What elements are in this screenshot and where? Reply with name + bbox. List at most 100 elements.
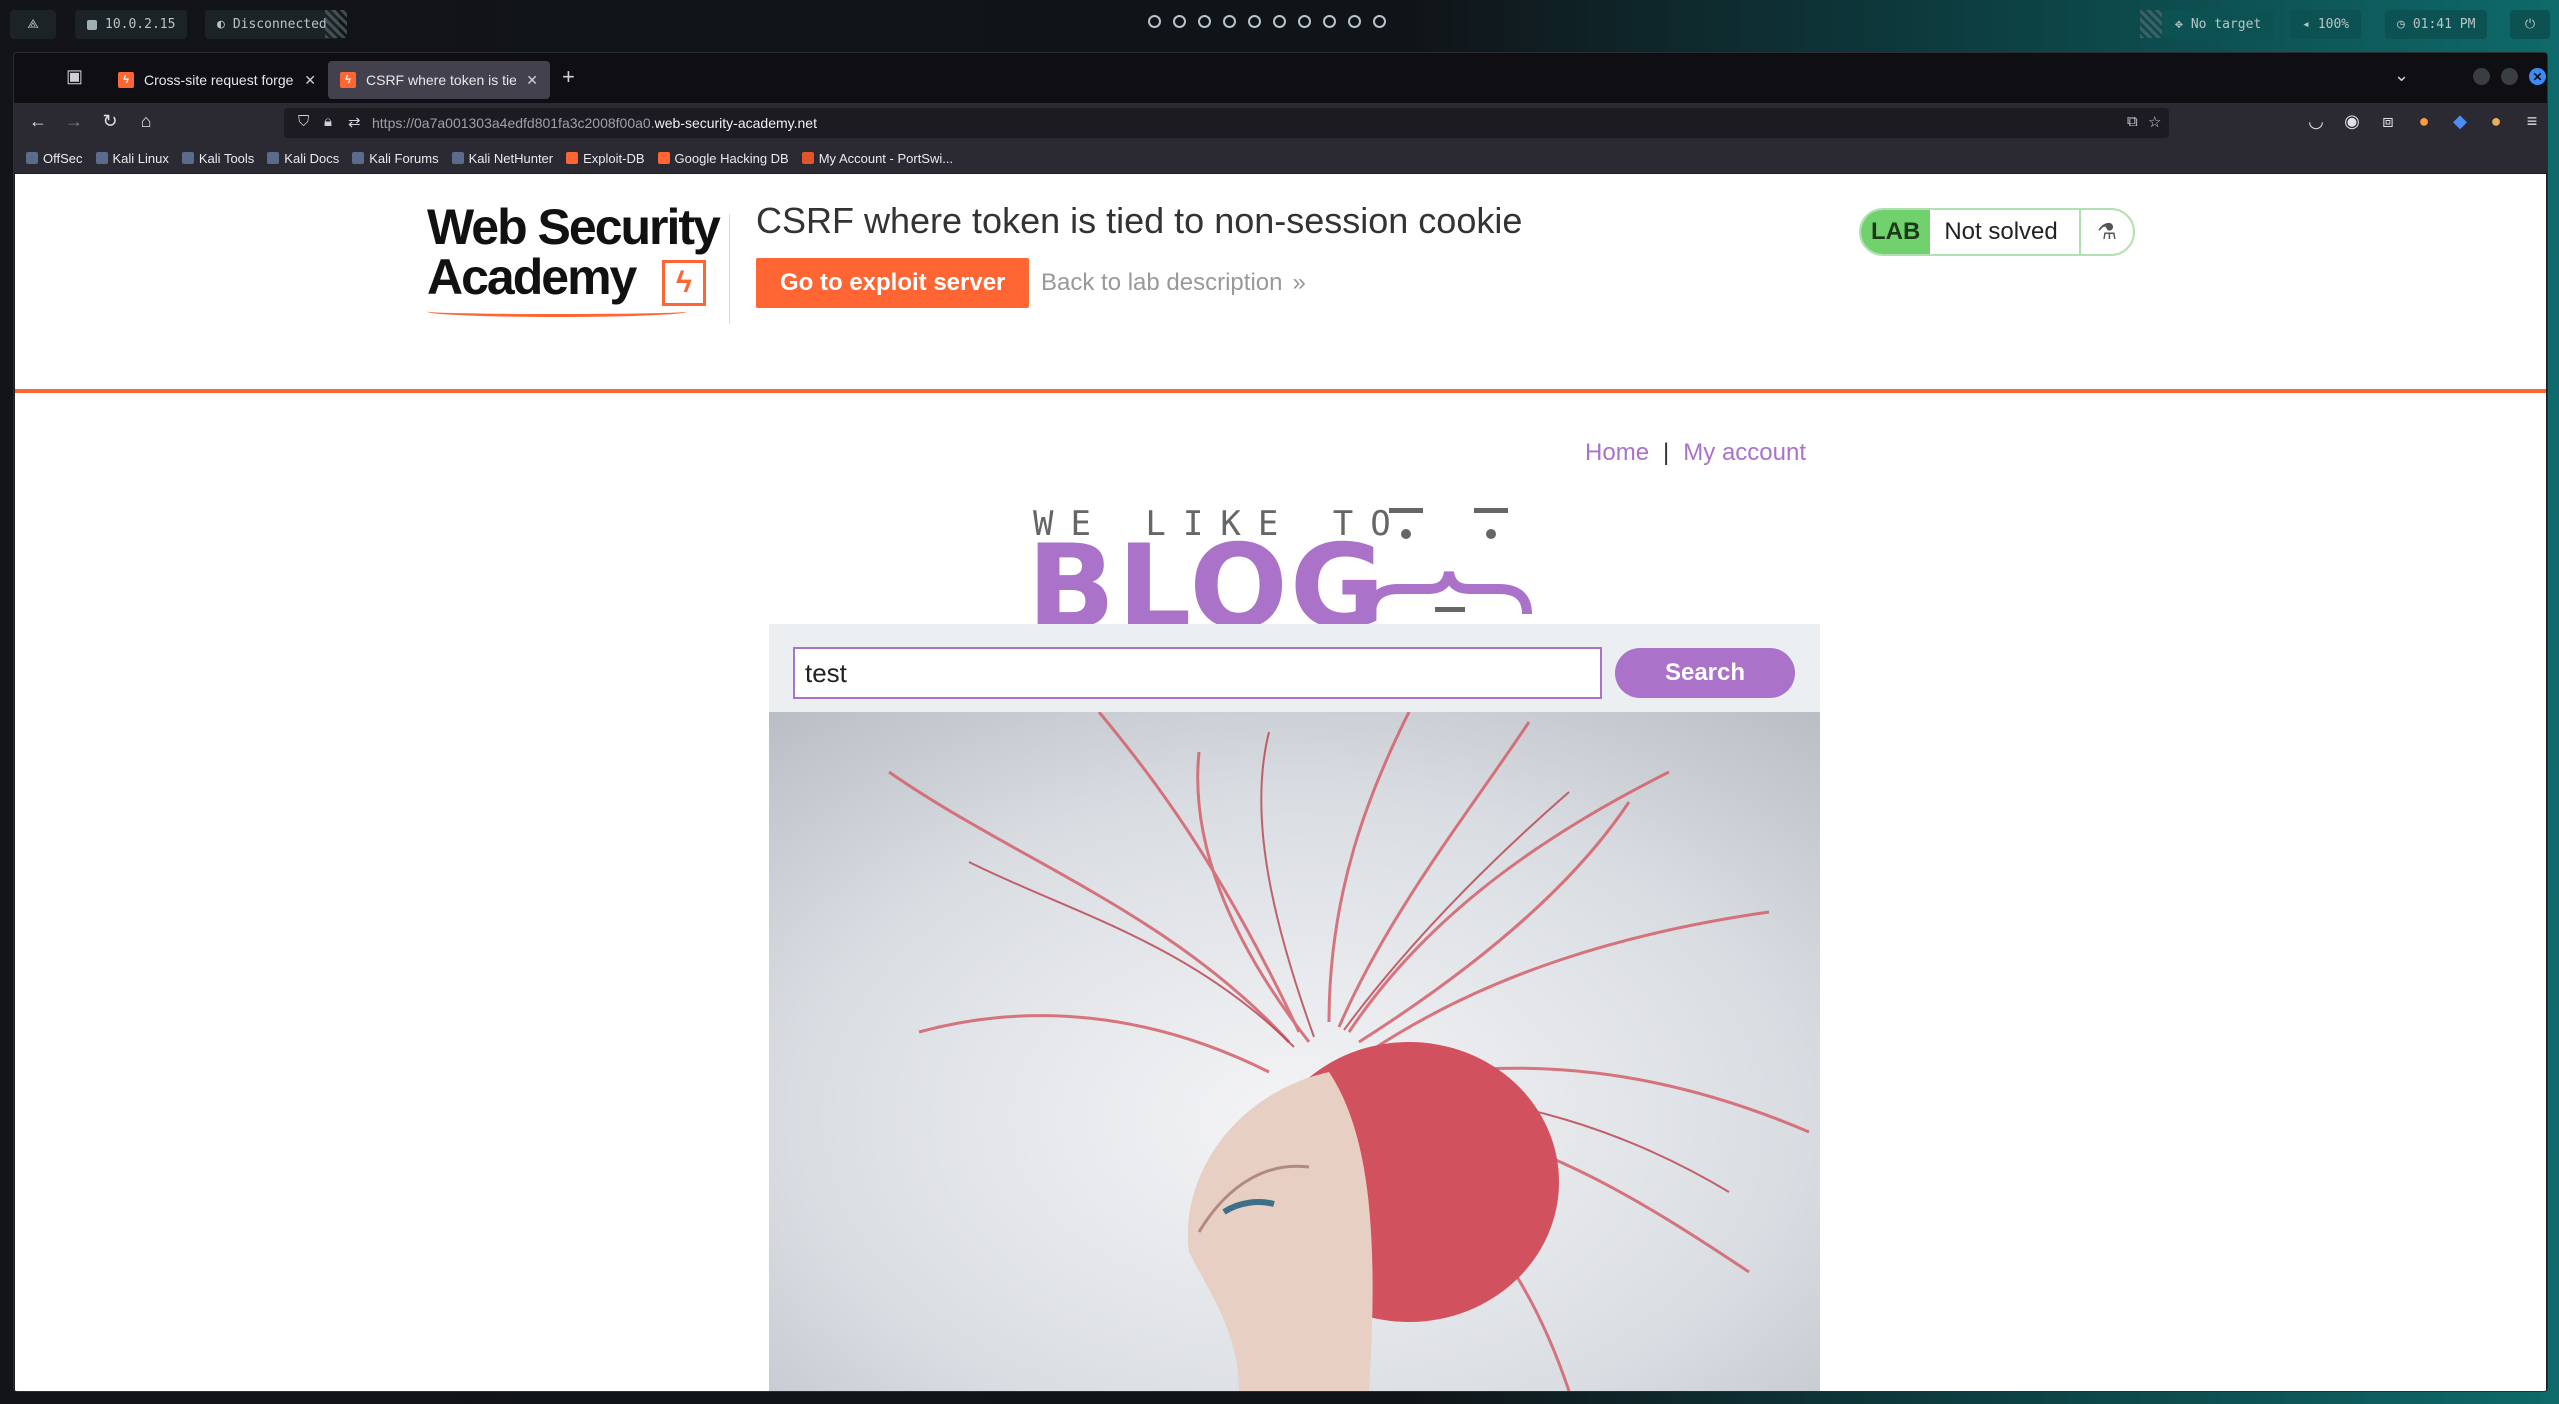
browser-window: ▣ ϟ Cross-site request forgery ✕ ϟ CSRF … xyxy=(13,52,2548,1392)
vpn-indicator[interactable]: ◐ Disconnected xyxy=(205,10,339,39)
cookie-editor-icon[interactable]: ● xyxy=(2484,111,2508,132)
volume-indicator[interactable]: ◂ 100% xyxy=(2290,10,2362,39)
lab-badge: LAB xyxy=(1861,210,1931,254)
permissions-icon[interactable]: ⇄ xyxy=(348,113,361,131)
blog-banner: WE LIKE TO BLOG xyxy=(1019,504,1579,646)
exploitdb-icon xyxy=(566,152,579,164)
translate-icon[interactable]: ⧉ xyxy=(2127,113,2138,130)
my-account-link[interactable]: My account xyxy=(1683,439,1806,466)
network-icon xyxy=(87,19,97,30)
tracking-shield-icon[interactable]: ⛉ xyxy=(298,113,309,130)
decor-pattern xyxy=(2140,10,2162,38)
portswigger-favicon-icon: ϟ xyxy=(340,72,356,88)
tab-manager-icon[interactable]: ▣ xyxy=(66,66,83,87)
exploitdb-icon xyxy=(657,152,670,164)
decor-pattern xyxy=(325,10,347,38)
blog-post-image[interactable] xyxy=(769,712,1820,1391)
lock-icon[interactable]: 🔒︎ xyxy=(324,113,332,130)
home-link[interactable]: Home xyxy=(1585,439,1649,466)
kali-menu-button[interactable]: ⟁ xyxy=(10,10,56,39)
url-text[interactable]: https://0a7a001303a4edfd801fa3c2008f00a0… xyxy=(372,115,817,131)
menu-hamburger-icon[interactable]: ≡ xyxy=(2520,111,2544,132)
reload-icon[interactable]: ↻ xyxy=(98,111,122,132)
offsec-icon xyxy=(26,152,38,164)
academy-lab-header: Web Security Academy ϟ CSRF where token … xyxy=(15,174,2546,393)
foxyproxy-icon[interactable]: ● xyxy=(2412,111,2436,132)
page-content: Web Security Academy ϟ CSRF where token … xyxy=(15,174,2546,1391)
kali-icon xyxy=(95,152,108,164)
navigation-toolbar: ← → ↻ ⌂ ⛉ 🔒︎ ⇄ https://0a7a001303a4edfd8… xyxy=(14,103,2547,143)
account-icon[interactable]: ◉ xyxy=(2340,111,2364,132)
forward-arrow-icon[interactable]: → xyxy=(62,111,86,132)
close-tab-icon[interactable]: ✕ xyxy=(526,72,538,89)
portswigger-icon xyxy=(801,152,814,164)
tab-strip: ▣ ϟ Cross-site request forgery ✕ ϟ CSRF … xyxy=(14,53,2547,103)
lab-status-text: Not solved xyxy=(1944,218,2058,245)
address-bar[interactable]: ⛉ 🔒︎ ⇄ https://0a7a001303a4edfd801fa3c20… xyxy=(284,108,2169,138)
close-window-button[interactable]: ✕ xyxy=(2529,68,2546,85)
lab-status-widget: LAB Not solved ⚗ xyxy=(1859,208,2135,256)
bookmark-exploit-db[interactable]: Exploit-DB xyxy=(566,151,645,166)
curly-face-icon xyxy=(1366,508,1532,615)
flask-icon: ⚗ xyxy=(2079,210,2133,254)
bookmark-google-hacking-db[interactable]: Google Hacking DB xyxy=(657,151,789,166)
workspace-icon[interactable] xyxy=(1223,15,1236,28)
workspace-icon[interactable] xyxy=(1373,15,1386,28)
kali-forums-icon xyxy=(352,152,365,164)
workspace-icon[interactable] xyxy=(1273,15,1286,28)
kali-icon xyxy=(267,152,280,164)
workspace-icon[interactable] xyxy=(1198,15,1211,28)
power-icon: ⏻ xyxy=(2524,17,2536,32)
power-button[interactable]: ⏻ xyxy=(2510,10,2550,39)
workspace-icon[interactable] xyxy=(1248,15,1261,28)
lightning-logo-icon: ϟ xyxy=(662,260,706,306)
workspace-icon[interactable] xyxy=(1348,15,1361,28)
web-security-academy-logo[interactable]: Web Security Academy ϟ xyxy=(427,202,737,317)
kali-dragon-icon: ⟁ xyxy=(27,17,39,32)
bookmark-my-account-portswigger[interactable]: My Account - PortSwi... xyxy=(801,151,953,166)
bookmark-kali-docs[interactable]: Kali Docs xyxy=(267,151,339,166)
double-chevron-right-icon: » xyxy=(1292,269,1306,296)
back-arrow-icon[interactable]: ← xyxy=(26,111,50,132)
close-tab-icon[interactable]: ✕ xyxy=(304,72,316,89)
speaker-icon: ◂ xyxy=(2302,17,2310,32)
clock-icon: ◷ xyxy=(2397,17,2405,32)
clock-indicator: ◷ 01:41 PM xyxy=(2385,10,2488,39)
header-divider xyxy=(729,214,730,324)
crosshair-icon: ✥ xyxy=(2175,17,2183,32)
bookmark-kali-forums[interactable]: Kali Forums xyxy=(352,151,439,166)
bookmark-star-icon[interactable]: ☆ xyxy=(2148,113,2161,131)
search-input[interactable] xyxy=(793,647,1602,699)
shield-icon: ◐ xyxy=(217,17,225,32)
wappalyzer-icon[interactable]: ◆ xyxy=(2448,111,2472,132)
target-indicator[interactable]: ✥ No target xyxy=(2163,10,2274,39)
workspace-switcher[interactable] xyxy=(1148,15,1386,28)
workspace-icon[interactable] xyxy=(1173,15,1186,28)
kali-icon xyxy=(451,152,464,164)
new-tab-icon[interactable]: + xyxy=(562,64,575,90)
back-to-lab-description-link[interactable]: Back to lab description» xyxy=(1041,269,1306,297)
search-button[interactable]: Search xyxy=(1615,648,1795,698)
maximize-button[interactable] xyxy=(2501,68,2518,85)
bookmark-kali-nethunter[interactable]: Kali NetHunter xyxy=(451,151,553,166)
bookmarks-toolbar: OffSec Kali Linux Kali Tools Kali Docs K… xyxy=(14,143,2547,173)
lab-title: CSRF where token is tied to non-session … xyxy=(756,200,1523,241)
bookmark-offsec[interactable]: OffSec xyxy=(26,151,83,166)
go-to-exploit-server-button[interactable]: Go to exploit server xyxy=(756,258,1030,308)
workspace-icon[interactable] xyxy=(1148,15,1161,28)
workspace-icon[interactable] xyxy=(1323,15,1336,28)
ip-indicator: 10.0.2.15 xyxy=(75,10,188,39)
home-icon[interactable]: ⌂ xyxy=(134,111,158,132)
bookmark-kali-linux[interactable]: Kali Linux xyxy=(95,151,169,166)
bookmark-kali-tools[interactable]: Kali Tools xyxy=(181,151,254,166)
list-tabs-chevron-down-icon[interactable]: ⌄ xyxy=(2394,65,2409,86)
search-panel: Search xyxy=(769,624,1820,723)
minimize-button[interactable] xyxy=(2473,68,2490,85)
workspace-icon[interactable] xyxy=(1298,15,1311,28)
tab-csrf-lab[interactable]: ϟ CSRF where token is tied to ✕ xyxy=(328,61,550,99)
tab-cross-site-request-forgery[interactable]: ϟ Cross-site request forgery ✕ xyxy=(106,61,328,99)
pocket-icon[interactable]: ◡ xyxy=(2304,111,2328,132)
portswigger-favicon-icon: ϟ xyxy=(118,72,134,88)
extensions-icon[interactable]: ⧈ xyxy=(2376,111,2400,132)
logo-swoosh xyxy=(427,306,687,317)
